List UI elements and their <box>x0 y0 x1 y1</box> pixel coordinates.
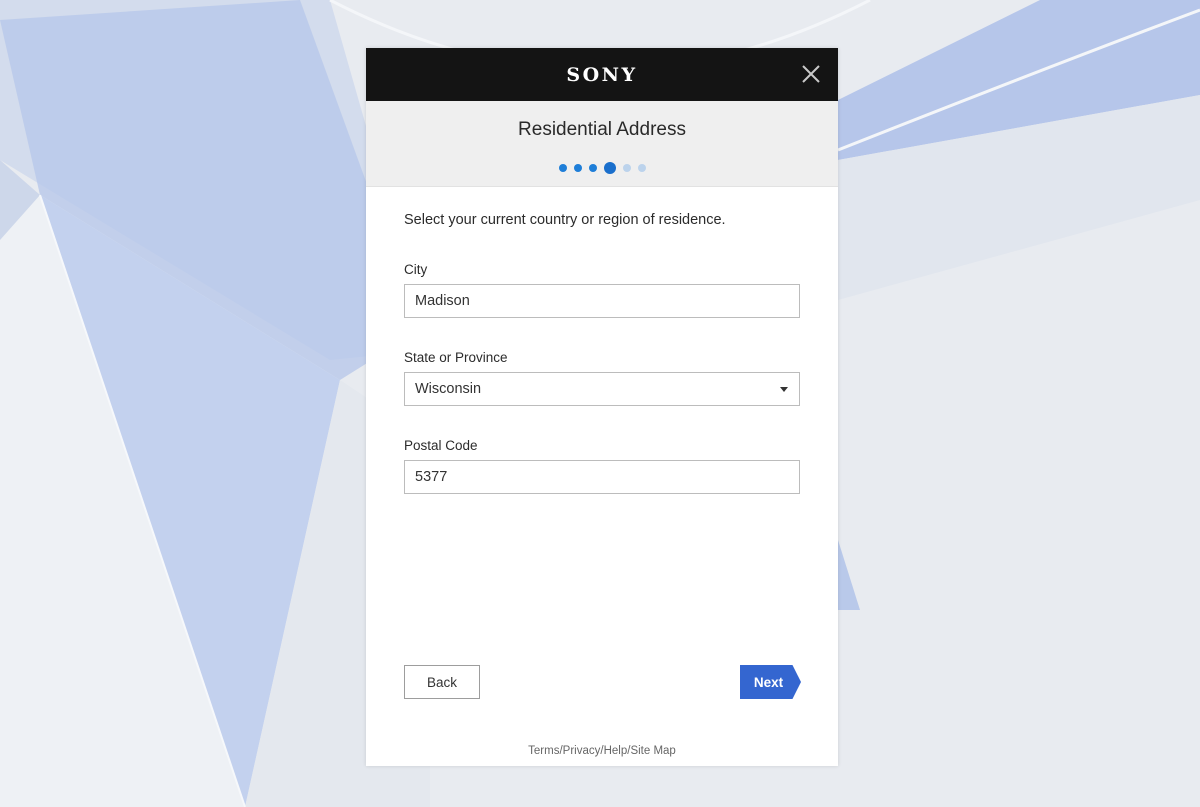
city-input[interactable] <box>404 284 800 318</box>
postal-code-input[interactable] <box>404 460 800 494</box>
step-indicator <box>366 162 838 174</box>
postal-code-label: Postal Code <box>404 438 478 453</box>
top-bar: SONY <box>366 48 838 101</box>
site-map-link[interactable]: Site Map <box>630 745 675 757</box>
state-selected-value: Wisconsin <box>415 381 482 397</box>
intro-text: Select your current country or region of… <box>404 212 726 228</box>
next-button[interactable]: Next <box>740 665 801 699</box>
step-dot-1 <box>558 164 567 172</box>
back-button[interactable]: Back <box>404 665 480 699</box>
close-icon <box>802 65 820 83</box>
step-dot-6 <box>637 164 646 172</box>
privacy-link[interactable]: Privacy <box>563 745 601 757</box>
help-link[interactable]: Help <box>604 745 628 757</box>
form-body: Select your current country or region of… <box>366 187 838 494</box>
step-dot-2 <box>573 164 582 172</box>
footer-links: Terms/Privacy/Help/Site Map <box>366 745 838 757</box>
step-header: Residential Address <box>366 101 838 187</box>
chevron-down-icon <box>780 387 788 392</box>
step-dot-3 <box>588 164 597 172</box>
terms-link[interactable]: Terms <box>528 745 559 757</box>
step-dot-5 <box>622 164 631 172</box>
city-label: City <box>404 262 428 277</box>
state-select[interactable]: Wisconsin <box>404 372 800 406</box>
sony-logo: SONY <box>566 63 638 86</box>
step-dot-4-current <box>603 162 616 174</box>
close-button[interactable] <box>800 63 822 85</box>
page-title: Residential Address <box>518 119 686 140</box>
state-label: State or Province <box>404 350 508 365</box>
dialog: SONY Residential Address Select your cur… <box>366 48 838 766</box>
